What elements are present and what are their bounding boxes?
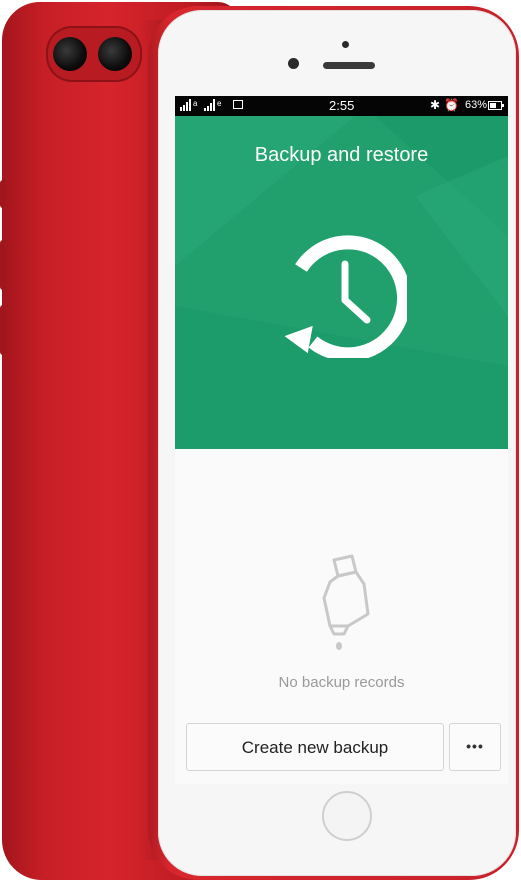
rear-camera-module — [46, 26, 142, 82]
battery-level-fill — [490, 103, 496, 108]
empty-state-message: No backup records — [278, 674, 405, 691]
alarm-icon: ⏰ — [444, 98, 459, 112]
volume-up-button — [0, 240, 6, 290]
proximity-sensor — [342, 41, 349, 48]
bluetooth-icon: ✱ — [430, 98, 441, 112]
battery-tip — [502, 104, 504, 107]
rear-camera-lens — [53, 37, 87, 71]
front-camera — [288, 58, 299, 69]
backup-clock-icon — [284, 235, 407, 358]
volume-down-button — [0, 305, 6, 355]
more-dots-icon: ••• — [466, 738, 484, 754]
backup-header: Backup and restore — [175, 116, 508, 449]
earpiece-speaker — [323, 62, 375, 69]
rear-camera-lens — [98, 37, 132, 71]
battery-percent: 63% — [465, 99, 488, 111]
create-new-backup-button[interactable]: Create new backup — [186, 723, 444, 771]
silent-switch — [0, 180, 6, 208]
page-title: Backup and restore — [254, 144, 429, 166]
phone-screen: a e 2:55 ✱ ⏰ 63% Backup and restore No b… — [175, 96, 508, 784]
home-button[interactable] — [322, 791, 372, 841]
empty-bottle-icon — [322, 554, 370, 650]
image-notification-icon — [233, 100, 243, 109]
status-bar: a e 2:55 ✱ ⏰ 63% — [175, 96, 508, 116]
network-type-label: e — [217, 99, 222, 108]
battery-icon — [488, 101, 502, 110]
status-time: 2:55 — [329, 98, 355, 113]
more-options-button[interactable]: ••• — [449, 723, 501, 771]
network-type-label: a — [193, 99, 198, 108]
